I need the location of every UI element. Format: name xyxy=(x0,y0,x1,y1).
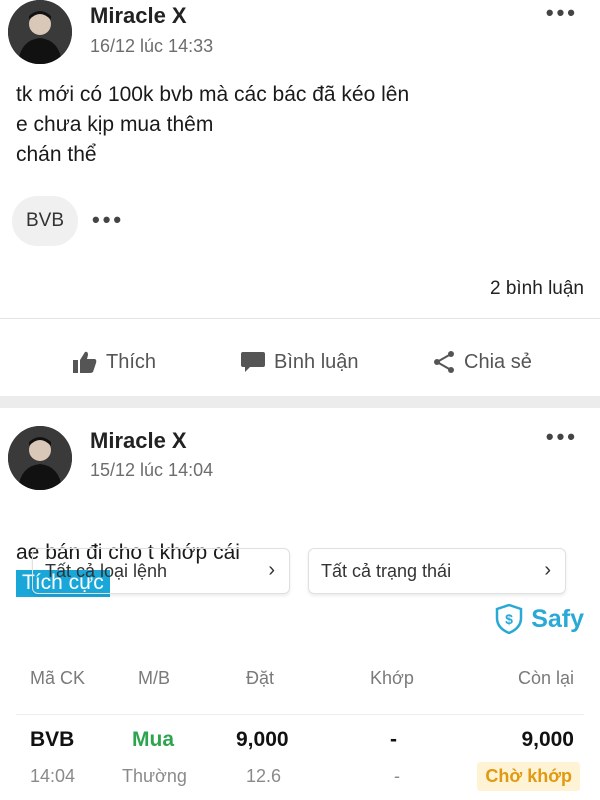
column-header: M/B xyxy=(138,668,171,688)
author-name[interactable]: Miracle X xyxy=(90,428,187,454)
order-matched-sub: - xyxy=(394,766,400,786)
stock-tag-chip[interactable]: BVB xyxy=(12,196,78,246)
order-matched: - xyxy=(390,728,397,751)
author-avatar[interactable] xyxy=(8,426,72,490)
column-header: Đặt xyxy=(246,668,275,688)
column-header: Mã CK xyxy=(30,668,86,688)
divider xyxy=(16,714,584,715)
post-card-2: Miracle X 15/12 lúc 14:04 ••• ae bán đi … xyxy=(0,408,600,800)
order-side: Mua xyxy=(132,728,174,751)
safy-logo: $ Safy xyxy=(495,604,584,634)
share-icon xyxy=(434,351,454,373)
column-header: Còn lại xyxy=(517,668,574,688)
post-timestamp: 15/12 lúc 14:04 xyxy=(90,460,214,480)
comment-bubble-icon xyxy=(241,352,265,372)
share-button[interactable]: Chia sẻ xyxy=(432,340,532,384)
safy-shield-icon: $ xyxy=(495,604,523,634)
attached-order-screenshot[interactable]: Tất cả loại lệnh › Tất cả trạng thái › $… xyxy=(0,544,600,800)
chevron-right-icon: › xyxy=(544,559,551,581)
order-symbol: BVB xyxy=(30,728,75,751)
thumbs-up-icon xyxy=(73,351,97,373)
order-status-filter-label: Tất cả trạng thái xyxy=(321,560,452,581)
tag-more-icon[interactable]: ••• xyxy=(92,207,124,233)
order-kind: Thường xyxy=(122,766,187,786)
order-quantity: 9,000 xyxy=(236,728,289,751)
more-icon[interactable]: ••• xyxy=(546,424,578,450)
order-price: 12.6 xyxy=(246,766,282,786)
comment-count-link[interactable]: 2 bình luận xyxy=(490,278,584,300)
svg-text:$: $ xyxy=(505,611,513,627)
chevron-right-icon: › xyxy=(268,559,275,581)
divider xyxy=(0,318,600,319)
order-status-badge: Chờ khớp xyxy=(477,762,580,791)
post-text: tk mới có 100k bvb mà các bác đã kéo lên… xyxy=(16,83,410,166)
column-header: Khớp xyxy=(370,668,414,688)
order-remaining: 9,000 xyxy=(521,728,574,751)
order-type-filter-label: Tất cả loại lệnh xyxy=(45,560,168,581)
order-status-filter: Tất cả trạng thái › xyxy=(308,548,566,594)
like-label: Thích xyxy=(106,350,157,373)
share-label: Chia sẻ xyxy=(464,350,532,373)
author-avatar[interactable] xyxy=(8,0,72,64)
author-name[interactable]: Miracle X xyxy=(90,3,187,29)
like-button[interactable]: Thích xyxy=(72,340,156,384)
post-timestamp: 16/12 lúc 14:33 xyxy=(90,36,214,56)
post-card-1: Miracle X 16/12 lúc 14:33 ••• tk mới có … xyxy=(0,0,600,396)
order-type-filter: Tất cả loại lệnh › xyxy=(32,548,290,594)
more-icon[interactable]: ••• xyxy=(546,0,578,26)
order-time: 14:04 xyxy=(30,766,76,786)
post-actions-bar: Thích Bình luận Chia sẻ xyxy=(0,340,600,384)
safy-brand-text: Safy xyxy=(531,604,584,633)
post-separator xyxy=(0,396,600,408)
comment-label: Bình luận xyxy=(274,350,359,373)
comment-button[interactable]: Bình luận xyxy=(240,340,359,384)
